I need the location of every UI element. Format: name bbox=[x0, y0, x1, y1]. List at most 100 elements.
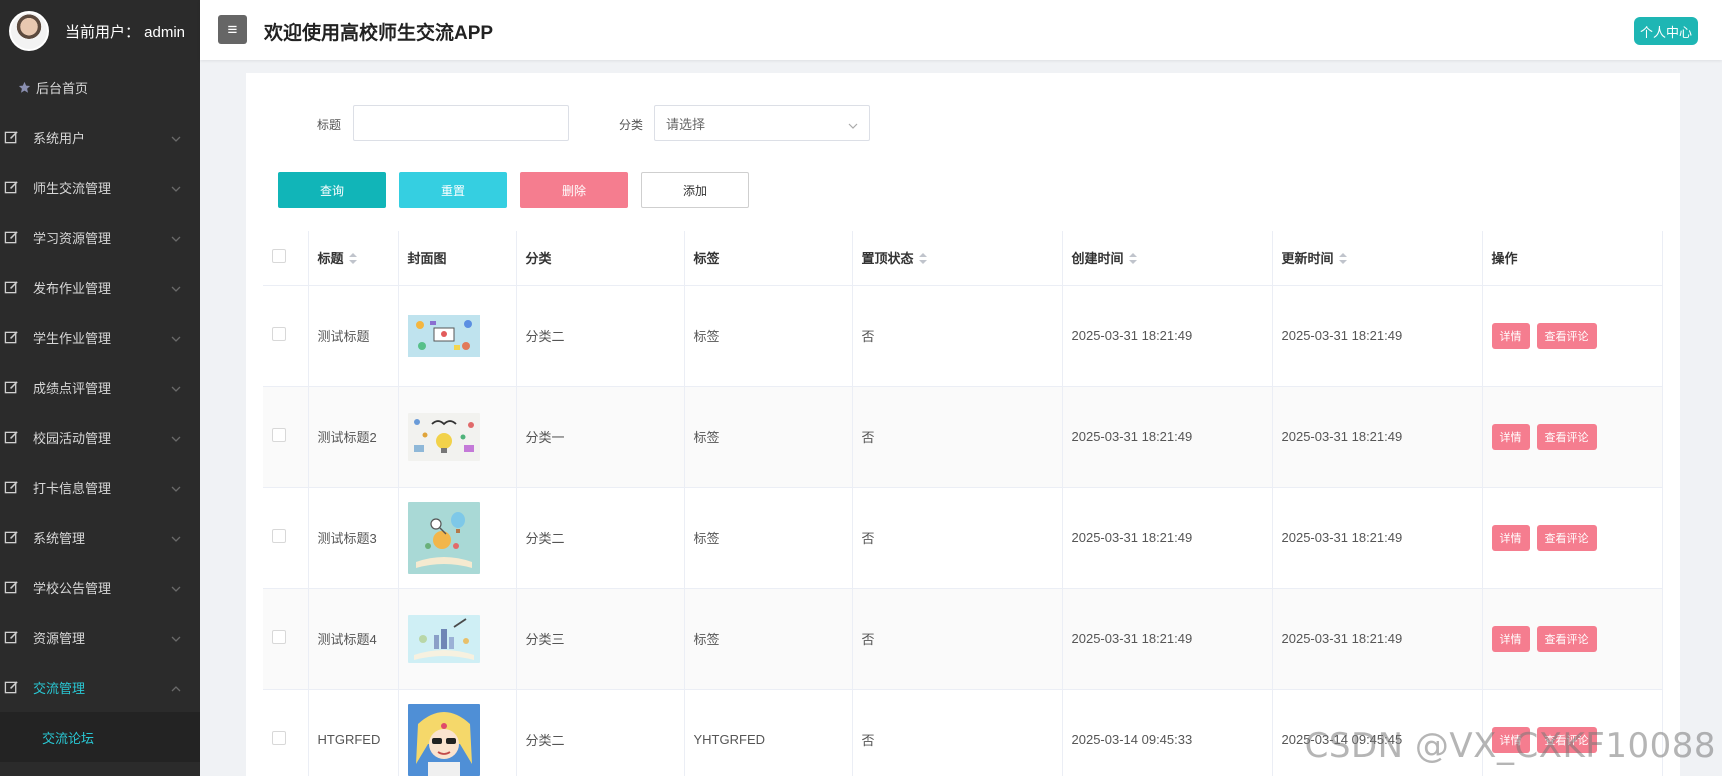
cover-image[interactable] bbox=[407, 703, 480, 776]
edit-icon bbox=[3, 179, 19, 195]
cell-cover bbox=[398, 386, 517, 488]
sidebar-item-communication[interactable]: 交流管理 bbox=[0, 662, 200, 712]
sort-icon[interactable] bbox=[348, 252, 357, 267]
delete-button[interactable]: 删除 bbox=[520, 172, 628, 208]
sidebar-item-learning-resources[interactable]: 学习资源管理 bbox=[0, 212, 200, 262]
col-created[interactable]: 创建时间 bbox=[1062, 231, 1273, 286]
add-button[interactable]: 添加 bbox=[641, 172, 749, 208]
cell-created: 2025-03-31 18:21:49 bbox=[1062, 588, 1273, 690]
sidebar-subitem-forum[interactable]: 交流论坛 bbox=[0, 712, 200, 762]
cell-updated: 2025-03-31 18:21:49 bbox=[1272, 386, 1483, 488]
chevron-up-icon bbox=[171, 680, 181, 695]
sidebar-item-student-homework[interactable]: 学生作业管理 bbox=[0, 312, 200, 362]
cell-pinned: 否 bbox=[852, 487, 1063, 589]
sidebar-item-system-management[interactable]: 系统管理 bbox=[0, 512, 200, 562]
col-pinned-label: 置顶状态 bbox=[861, 251, 914, 267]
cell-tag: YHTGRFED bbox=[684, 689, 853, 776]
row-select-cell bbox=[263, 285, 309, 387]
category-select-placeholder: 请选择 bbox=[666, 116, 706, 132]
category-select[interactable]: 请选择 bbox=[654, 105, 870, 141]
col-pinned[interactable]: 置顶状态 bbox=[852, 231, 1063, 286]
edit-icon bbox=[3, 279, 19, 295]
cell-updated: 2025-03-31 18:21:49 bbox=[1272, 588, 1483, 690]
personal-center-button[interactable]: 个人中心 bbox=[1633, 17, 1698, 45]
cover-image[interactable] bbox=[407, 614, 480, 663]
cell-pinned: 否 bbox=[852, 689, 1063, 776]
chevron-down-icon bbox=[848, 117, 858, 132]
edit-icon bbox=[3, 429, 19, 445]
row-select-cell bbox=[263, 386, 309, 488]
avatar[interactable] bbox=[9, 11, 49, 51]
detail-button[interactable]: 详情 bbox=[1491, 524, 1530, 551]
row-checkbox[interactable] bbox=[272, 731, 286, 745]
row-checkbox[interactable] bbox=[272, 428, 286, 442]
query-button[interactable]: 查询 bbox=[278, 172, 386, 208]
cover-image[interactable] bbox=[407, 501, 480, 574]
cell-cover bbox=[398, 588, 517, 690]
reset-button[interactable]: 重置 bbox=[399, 172, 507, 208]
search-bar: 标题 分类 请选择 bbox=[246, 105, 1680, 141]
cell-pinned: 否 bbox=[852, 588, 1063, 690]
sort-icon[interactable] bbox=[1338, 252, 1347, 267]
sidebar: 当前用户： admin 后台首页 系统用户 师生交流管理 学习资源管理 发布作业… bbox=[0, 0, 200, 776]
col-title-label: 标题 bbox=[317, 251, 344, 267]
view-comments-button[interactable]: 查看评论 bbox=[1536, 322, 1597, 349]
cover-image[interactable] bbox=[407, 412, 480, 461]
row-select-cell bbox=[263, 487, 309, 589]
sidebar-item-resources[interactable]: 资源管理 bbox=[0, 612, 200, 662]
sidebar-item-system-users[interactable]: 系统用户 bbox=[0, 112, 200, 162]
cell-title: 测试标题 bbox=[308, 285, 399, 387]
row-checkbox[interactable] bbox=[272, 327, 286, 341]
cell-actions: 详情 查看评论 bbox=[1482, 386, 1663, 488]
top-header: ≡ 欢迎使用高校师生交流APP 个人中心 bbox=[200, 0, 1722, 60]
cell-created: 2025-03-31 18:21:49 bbox=[1062, 487, 1273, 589]
view-comments-button[interactable]: 查看评论 bbox=[1536, 423, 1597, 450]
chevron-down-icon bbox=[171, 580, 181, 595]
table-row: 测试标题4 分类三 标签 否 2025-03-31 18:21:49 2025-… bbox=[263, 588, 1663, 690]
sidebar-item-publish-homework[interactable]: 发布作业管理 bbox=[0, 262, 200, 312]
cover-image[interactable] bbox=[407, 312, 480, 360]
cell-actions: 详情 查看评论 bbox=[1482, 588, 1663, 690]
cell-cover bbox=[398, 487, 517, 589]
sidebar-item-label: 校园活动管理 bbox=[33, 430, 112, 446]
row-checkbox[interactable] bbox=[272, 529, 286, 543]
sidebar-item-campus-activities[interactable]: 校园活动管理 bbox=[0, 412, 200, 462]
cell-created: 2025-03-31 18:21:49 bbox=[1062, 386, 1273, 488]
menu-toggle-button[interactable]: ≡ bbox=[218, 15, 247, 44]
sidebar-item-school-notices[interactable]: 学校公告管理 bbox=[0, 562, 200, 612]
detail-button[interactable]: 详情 bbox=[1491, 322, 1530, 349]
content-panel: 标题 分类 请选择 查询 重置 删除 添加 标题 封面图 分类 标签 置顶状态 … bbox=[246, 73, 1680, 776]
col-updated[interactable]: 更新时间 bbox=[1272, 231, 1483, 286]
cell-title: HTGRFED bbox=[308, 689, 399, 776]
edit-icon bbox=[3, 579, 19, 595]
cell-category: 分类二 bbox=[516, 487, 685, 589]
col-category: 分类 bbox=[516, 231, 685, 286]
sidebar-item-grade-review[interactable]: 成绩点评管理 bbox=[0, 362, 200, 412]
sidebar-item-teacher-student[interactable]: 师生交流管理 bbox=[0, 162, 200, 212]
detail-button[interactable]: 详情 bbox=[1491, 423, 1530, 450]
view-comments-button[interactable]: 查看评论 bbox=[1536, 524, 1597, 551]
chevron-down-icon bbox=[171, 630, 181, 645]
table-row: 测试标题2 分类一 标签 否 2025-03-31 18:21:49 2025-… bbox=[263, 386, 1663, 488]
sidebar-item-label: 系统管理 bbox=[33, 530, 86, 546]
cell-category: 分类一 bbox=[516, 386, 685, 488]
row-checkbox[interactable] bbox=[272, 630, 286, 644]
sidebar-item-home[interactable]: 后台首页 bbox=[0, 62, 200, 112]
view-comments-button[interactable]: 查看评论 bbox=[1536, 625, 1597, 652]
chevron-down-icon bbox=[171, 280, 181, 295]
detail-button[interactable]: 详情 bbox=[1491, 625, 1530, 652]
select-all-cell bbox=[263, 231, 309, 286]
page-title: 欢迎使用高校师生交流APP bbox=[264, 23, 494, 44]
cell-tag: 标签 bbox=[684, 588, 853, 690]
sort-icon[interactable] bbox=[1128, 252, 1137, 267]
title-filter-input[interactable] bbox=[353, 105, 569, 141]
cell-updated: 2025-03-31 18:21:49 bbox=[1272, 285, 1483, 387]
col-actions: 操作 bbox=[1482, 231, 1663, 286]
row-select-cell bbox=[263, 588, 309, 690]
sidebar-item-check-in[interactable]: 打卡信息管理 bbox=[0, 462, 200, 512]
chevron-down-icon bbox=[171, 180, 181, 195]
col-title[interactable]: 标题 bbox=[308, 231, 399, 286]
select-all-checkbox[interactable] bbox=[272, 249, 286, 264]
sort-icon[interactable] bbox=[918, 252, 927, 267]
chevron-down-icon bbox=[171, 330, 181, 345]
